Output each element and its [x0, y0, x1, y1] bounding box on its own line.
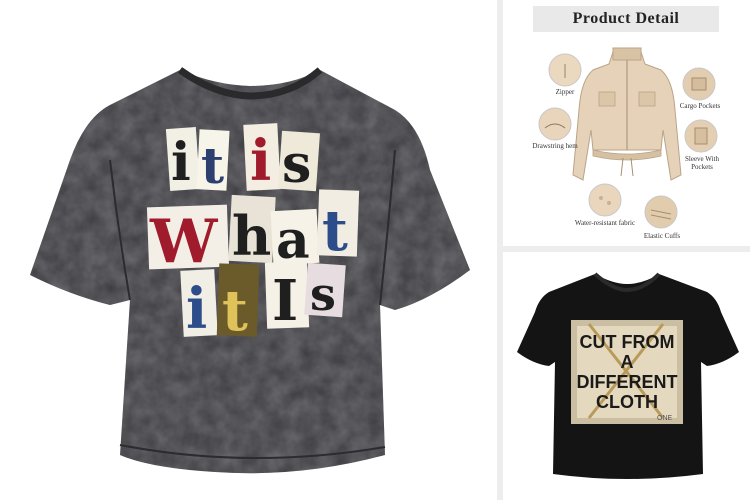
callout-label-cuffs: Elastic Cuffs [643, 232, 681, 240]
callout-cuffs [644, 195, 678, 229]
print-letter: s [310, 267, 336, 321]
print-letter: s [282, 134, 311, 195]
oversized-tee-product-image: i t i s W h a t i t I s [0, 0, 497, 500]
graphic-tee-illustration: CUT FROM A DIFFERENT CLOTH ONE [517, 272, 739, 479]
print-line-1: CUT FROM [580, 332, 675, 352]
callout-label-cargo: Cargo Pockets [679, 102, 721, 110]
print-letter: h [232, 204, 271, 268]
callout-cargo [682, 67, 716, 101]
print-letter: a [276, 210, 310, 271]
callout-label-water: Water-resistant fabric [574, 219, 636, 227]
callout-hem [538, 107, 572, 141]
callout-label-hem: Drawstring hem [532, 142, 578, 150]
graphic-tee-product-image: CUT FROM A DIFFERENT CLOTH ONE [503, 252, 750, 500]
print-letter: I [272, 268, 298, 334]
tee-illustration: i t i s W h a t i t I s [30, 67, 470, 474]
print-letter: t [222, 278, 248, 344]
callout-zipper [548, 53, 582, 87]
print-letter: t [322, 198, 348, 264]
print-small-text: ONE [657, 415, 673, 422]
print-letter: t [201, 136, 224, 195]
jacket-illustration [538, 47, 718, 229]
print-line-3: DIFFERENT [577, 372, 678, 392]
print-line-4: CLOTH [596, 392, 658, 412]
print-letter: W [149, 207, 219, 277]
print-letter: i [250, 128, 271, 194]
print-letter: i [171, 132, 191, 193]
callout-sleeve [684, 119, 718, 153]
product-detail-panel: Product Detail Zipper Cargo Pockets Draw… [503, 0, 750, 246]
callout-water [588, 183, 622, 217]
print-line-2: A [621, 352, 634, 372]
callout-label-sleeve: Sleeve With Pockets [685, 155, 719, 171]
print-letter: i [186, 276, 207, 342]
callout-label-zipper: Zipper [555, 88, 575, 96]
